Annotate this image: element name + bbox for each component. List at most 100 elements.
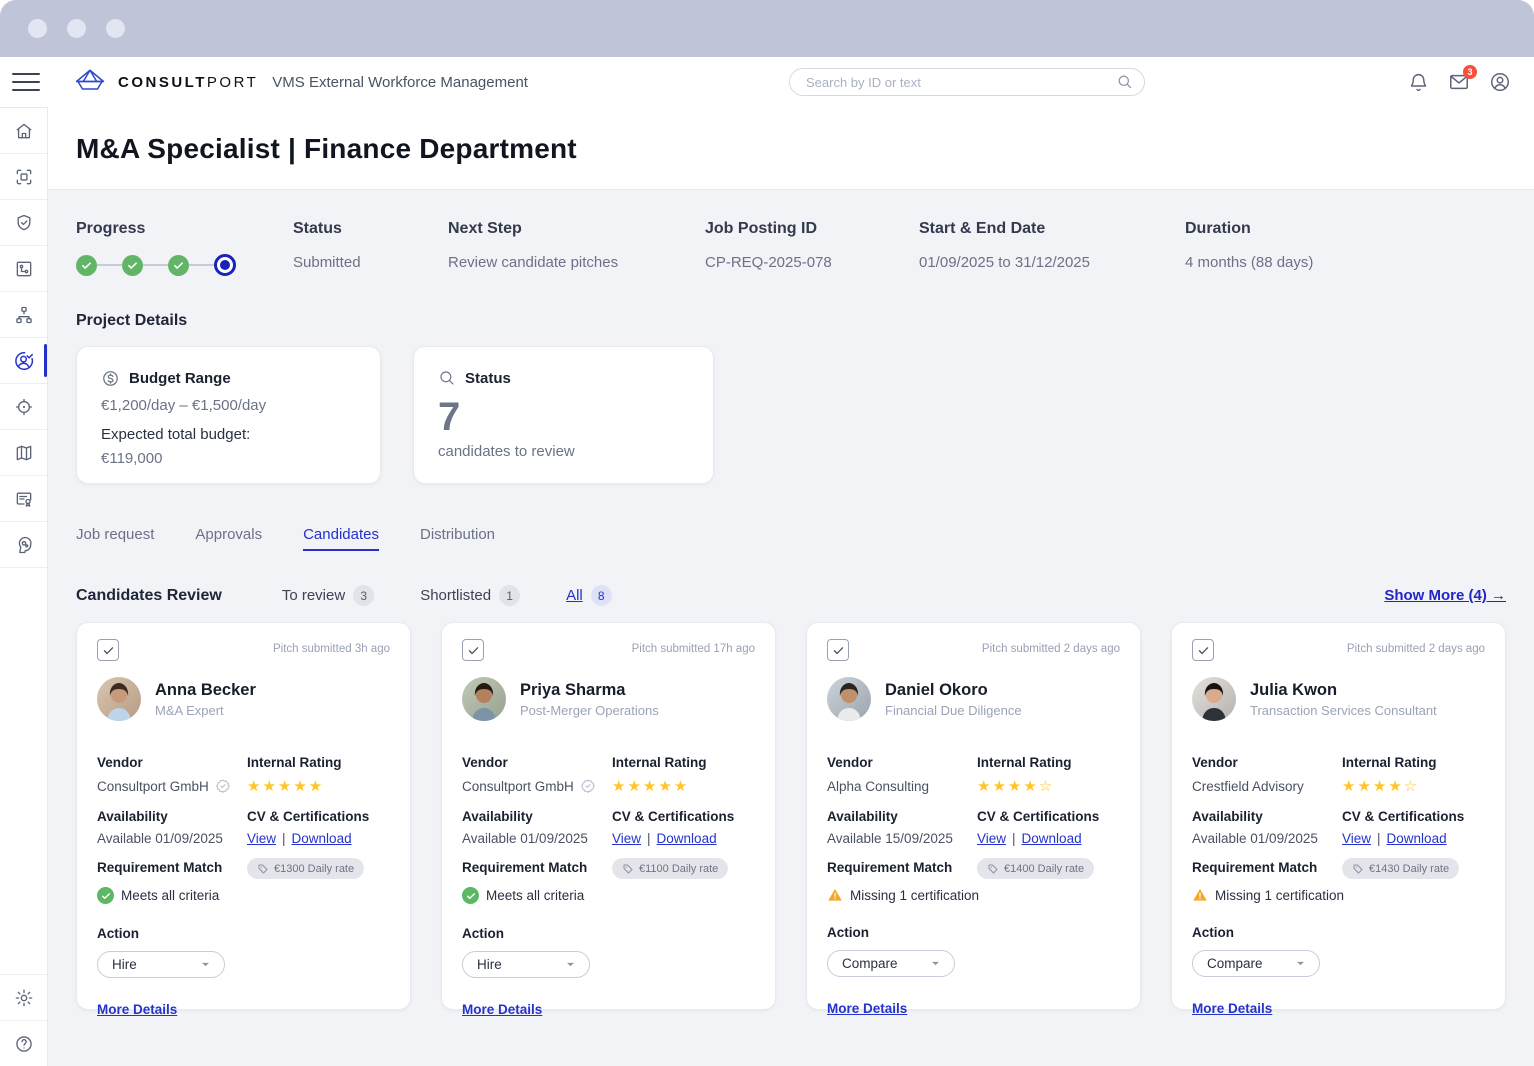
internal-rating-label: Internal Rating — [1342, 741, 1485, 770]
budget-range-value: €1,200/day – €1,500/day — [101, 397, 356, 414]
match-status-text: Missing 1 certification — [1215, 888, 1344, 903]
candidate-name: Julia Kwon — [1250, 681, 1437, 700]
page-title: M&A Specialist | Finance Department — [76, 133, 1506, 165]
requirement-match-label: Requirement Match — [1192, 846, 1342, 879]
match-warning-icon — [1192, 887, 1208, 903]
certificate-icon — [14, 489, 34, 509]
candidate-checkbox[interactable] — [462, 639, 484, 661]
vendor-label: Vendor — [462, 741, 612, 770]
more-details-link[interactable]: More Details — [827, 1001, 907, 1016]
progress-stepper — [76, 254, 293, 276]
window-control-dot[interactable] — [67, 19, 86, 38]
action-dropdown-value: Compare — [1207, 956, 1263, 971]
content-area: Progress Status Submitt — [48, 189, 1534, 1066]
candidate-checkbox[interactable] — [97, 639, 119, 661]
window-control-dot[interactable] — [106, 19, 125, 38]
sidebar-item-map[interactable] — [0, 430, 47, 476]
budget-card-title: Budget Range — [129, 370, 231, 387]
more-details-link[interactable]: More Details — [1192, 1001, 1272, 1016]
search-icon[interactable] — [1116, 73, 1133, 95]
head-ai-icon — [14, 535, 34, 555]
action-dropdown[interactable]: Hire — [97, 951, 225, 978]
candidate-card: Pitch submitted 17h ago Priya Sharma Pos… — [441, 622, 776, 1010]
candidate-checkbox[interactable] — [827, 639, 849, 661]
action-dropdown[interactable]: Compare — [1192, 950, 1320, 977]
cv-download-link[interactable]: Download — [657, 831, 717, 846]
cv-certifications-label: CV & Certifications — [977, 795, 1120, 824]
cv-certifications-label: CV & Certifications — [612, 795, 755, 824]
action-dropdown[interactable]: Compare — [827, 950, 955, 977]
show-more-link[interactable]: Show More (4) → — [1384, 587, 1506, 604]
action-dropdown-value: Hire — [477, 957, 502, 972]
filter-to-review[interactable]: To review 3 — [282, 585, 374, 606]
search-input[interactable] — [789, 68, 1145, 96]
sidebar-item-home[interactable] — [0, 108, 47, 154]
cv-download-link[interactable]: Download — [292, 831, 352, 846]
sidebar-item-certifications[interactable] — [0, 476, 47, 522]
cv-view-link[interactable]: View — [1342, 831, 1371, 846]
availability-label: Availability — [462, 795, 612, 824]
candidate-avatar — [97, 677, 141, 721]
candidate-card: Pitch submitted 2 days ago Daniel Okoro … — [806, 622, 1141, 1010]
tab-candidates[interactable]: Candidates — [303, 526, 379, 551]
action-dropdown[interactable]: Hire — [462, 951, 590, 978]
sidebar-item-ai-matching[interactable] — [0, 522, 47, 568]
consultport-boat-logo-icon — [72, 67, 108, 98]
requirement-match-label: Requirement Match — [462, 846, 612, 879]
cv-view-link[interactable]: View — [247, 831, 276, 846]
brand-logo-group[interactable]: CONSULTPORT — [72, 67, 258, 98]
user-avatar-icon[interactable] — [1488, 70, 1512, 94]
status-label: Status — [293, 220, 448, 238]
filter-all[interactable]: All 8 — [566, 585, 612, 606]
sidebar-item-candidates[interactable] — [0, 338, 47, 384]
window-control-dot[interactable] — [28, 19, 47, 38]
match-status-text: Missing 1 certification — [850, 888, 979, 903]
match-status-text: Meets all criteria — [121, 888, 219, 903]
candidate-checkbox[interactable] — [1192, 639, 1214, 661]
pitch-submitted-timestamp: Pitch submitted 17h ago — [632, 643, 755, 655]
unread-count-badge: 3 — [1463, 65, 1477, 79]
scan-frame-icon — [14, 167, 34, 187]
messages-envelope-icon[interactable]: 3 — [1447, 70, 1471, 94]
sidebar-item-compliance[interactable] — [0, 200, 47, 246]
candidates-count: 7 — [438, 397, 689, 437]
sidebar-item-org-structure[interactable] — [0, 292, 47, 338]
cv-certifications-label: CV & Certifications — [247, 795, 390, 824]
sidebar-item-integrations[interactable] — [0, 246, 47, 292]
tab-distribution[interactable]: Distribution — [420, 526, 495, 551]
user-check-icon — [13, 350, 35, 372]
step-done-icon — [76, 255, 97, 276]
availability-value: Available 01/09/2025 — [97, 831, 223, 846]
cv-download-link[interactable]: Download — [1022, 831, 1082, 846]
notifications-bell-icon[interactable] — [1406, 70, 1430, 94]
availability-value: Available 01/09/2025 — [462, 831, 588, 846]
sidebar-item-help[interactable] — [0, 1020, 47, 1066]
home-icon — [14, 121, 34, 141]
chevron-down-icon — [564, 958, 577, 971]
gear-icon — [14, 988, 34, 1008]
match-ok-icon — [462, 887, 479, 904]
more-details-link[interactable]: More Details — [97, 1002, 177, 1017]
verified-badge-icon — [580, 778, 596, 794]
project-details-heading: Project Details — [76, 312, 1506, 330]
daily-rate-badge: €1430 Daily rate — [1342, 858, 1459, 879]
cv-download-link[interactable]: Download — [1387, 831, 1447, 846]
sidebar-item-settings[interactable] — [0, 974, 47, 1020]
action-label: Action — [827, 925, 1120, 940]
candidate-avatar — [1192, 677, 1236, 721]
more-details-link[interactable]: More Details — [462, 1002, 542, 1017]
sidebar-item-scan[interactable] — [0, 154, 47, 200]
cv-view-link[interactable]: View — [612, 831, 641, 846]
candidate-name: Priya Sharma — [520, 681, 659, 700]
sidebar-item-targets[interactable] — [0, 384, 47, 430]
filter-shortlisted[interactable]: Shortlisted 1 — [420, 585, 520, 606]
filter-count-badge: 8 — [591, 585, 612, 606]
dollar-circle-icon — [101, 369, 120, 388]
tab-approvals[interactable]: Approvals — [195, 526, 262, 551]
tab-job-request[interactable]: Job request — [76, 526, 154, 551]
cv-view-link[interactable]: View — [977, 831, 1006, 846]
expected-budget-label: Expected total budget: — [101, 426, 356, 443]
step-current-icon — [214, 254, 236, 276]
availability-value: Available 15/09/2025 — [827, 831, 953, 846]
hamburger-menu-icon[interactable] — [12, 68, 40, 96]
